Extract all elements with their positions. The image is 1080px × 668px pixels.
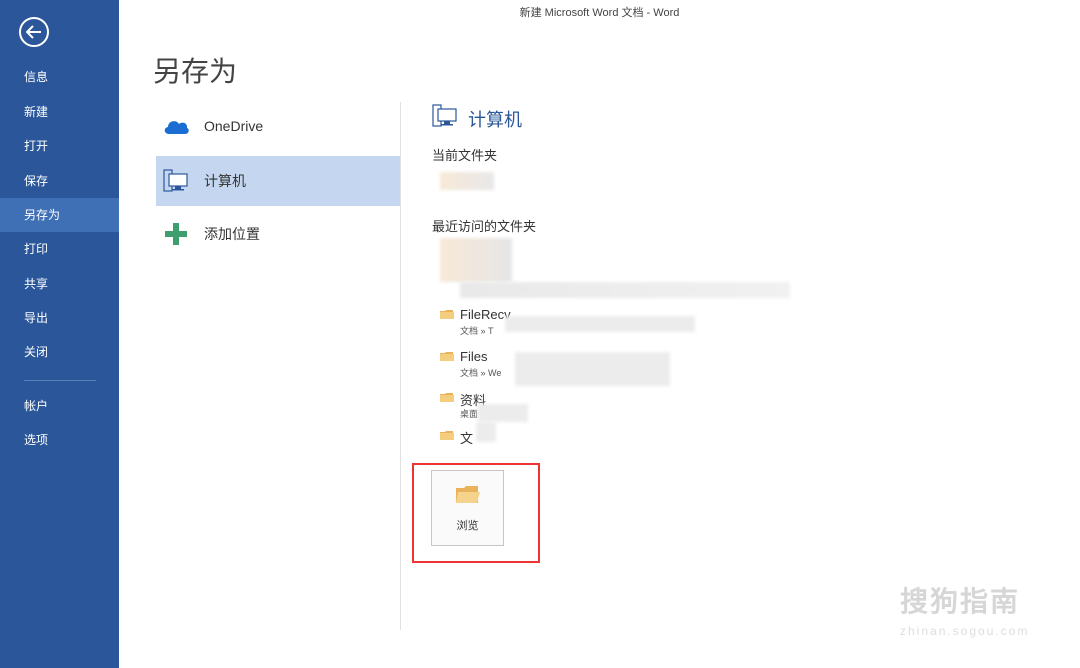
folder-path: 桌面 <box>460 409 479 419</box>
nav-info[interactable]: 信息 <box>0 60 119 94</box>
location-onedrive[interactable]: OneDrive <box>156 101 400 151</box>
arrow-left-icon <box>26 25 41 39</box>
browse-label: 浏览 <box>456 520 479 532</box>
location-label: 添加位置 <box>204 226 260 242</box>
nav-save[interactable]: 保存 <box>0 164 119 198</box>
browse-button[interactable]: 浏览 <box>431 470 504 546</box>
blurred-recent-path <box>460 282 790 298</box>
nav-new[interactable]: 新建 <box>0 95 119 129</box>
nav-account[interactable]: 帐户 <box>0 389 119 423</box>
nav-open[interactable]: 打开 <box>0 129 119 163</box>
folder-path: 文档 » We <box>460 368 502 378</box>
back-button[interactable] <box>19 17 49 47</box>
folder-name: Files <box>460 349 488 364</box>
folder-icon <box>440 431 454 440</box>
section-title: 计算机 <box>468 109 522 130</box>
folder-name: FileRecv <box>460 307 511 322</box>
nav-print[interactable]: 打印 <box>0 232 119 266</box>
blurred-current-folder <box>440 172 494 190</box>
nav-divider <box>24 380 96 381</box>
nav-share[interactable]: 共享 <box>0 267 119 301</box>
blurred-path <box>476 422 496 442</box>
blurred-path <box>478 404 528 422</box>
nav-close[interactable]: 关闭 <box>0 335 119 369</box>
folder-path: 文档 » T <box>460 326 494 336</box>
folder-icon <box>440 393 454 402</box>
recent-folders-heading: 最近访问的文件夹 <box>432 219 537 234</box>
panel-divider <box>400 102 401 630</box>
location-computer[interactable]: 计算机 <box>156 156 400 206</box>
nav-options[interactable]: 选项 <box>0 423 119 457</box>
section-header: 计算机 <box>432 104 522 133</box>
blurred-recent-folder <box>440 238 512 282</box>
location-label: 计算机 <box>204 173 246 189</box>
cloud-icon <box>162 114 190 138</box>
location-label: OneDrive <box>204 118 264 134</box>
current-folder-heading: 当前文件夹 <box>432 148 498 163</box>
page-title: 另存为 <box>153 56 238 87</box>
folder-icon <box>440 310 454 319</box>
blurred-path <box>505 316 695 332</box>
location-add-place[interactable]: 添加位置 <box>156 209 400 259</box>
computer-icon <box>162 169 190 193</box>
blurred-path <box>515 352 670 386</box>
nav-save-as[interactable]: 另存为 <box>0 198 119 232</box>
computer-icon <box>432 104 458 133</box>
watermark-url: zhinan.sogou.com <box>900 624 1030 638</box>
window-title: 新建 Microsoft Word 文档 - Word <box>519 7 680 19</box>
backstage-sidebar: 信息 新建 打开 保存 另存为 打印 共享 导出 关闭 帐户 选项 <box>0 0 119 668</box>
folder-name: 文 <box>460 431 474 446</box>
folder-open-icon <box>456 486 480 503</box>
watermark: 搜狗指南 <box>900 586 1021 617</box>
plus-icon <box>162 222 190 246</box>
folder-icon <box>440 352 454 361</box>
nav-export[interactable]: 导出 <box>0 301 119 335</box>
